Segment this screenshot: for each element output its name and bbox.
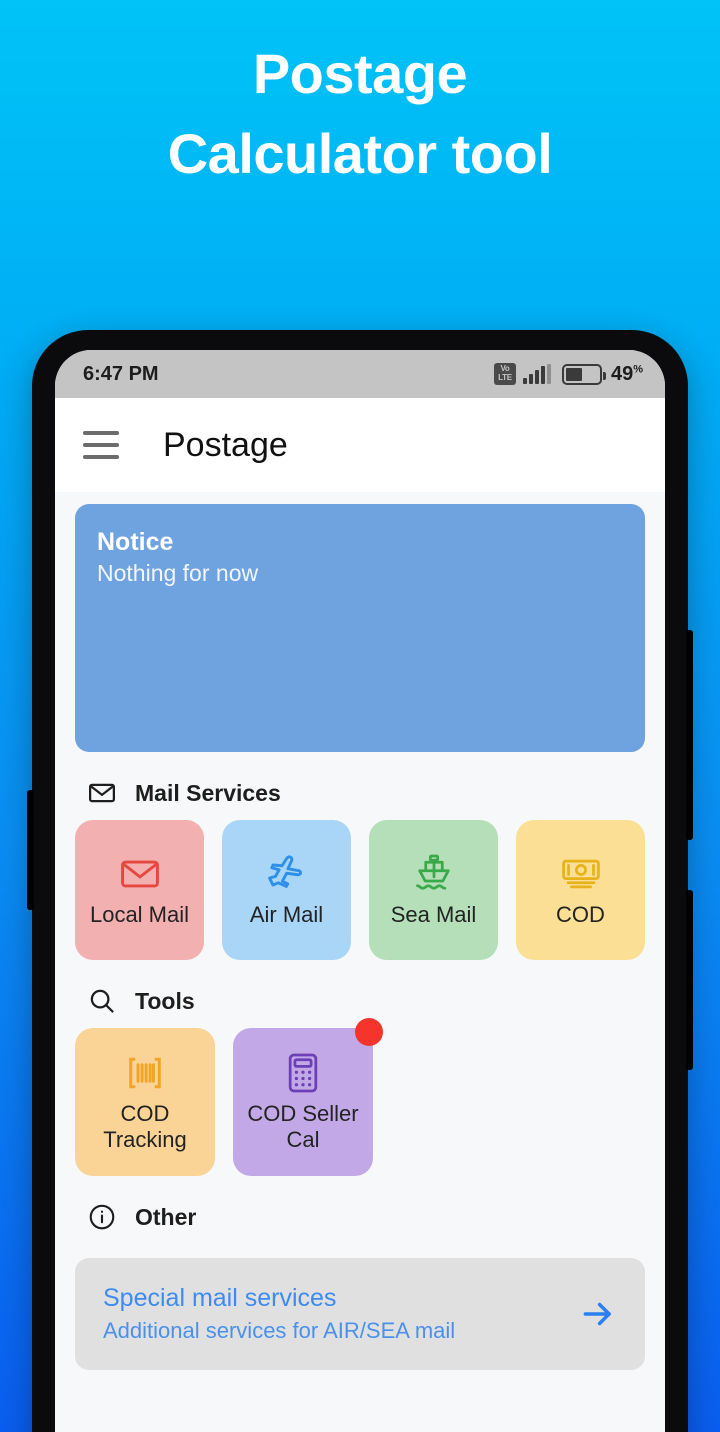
promo-headline-line-2: Calculator tool (167, 122, 553, 185)
notification-badge (355, 1018, 383, 1046)
battery-percent-value: 49 (610, 362, 634, 385)
card-title: Special mail services (103, 1284, 337, 1312)
arrow-right-icon[interactable] (579, 1295, 617, 1333)
tile-label: COD Tracking (103, 1101, 187, 1152)
phone-mockup: 6:47 PM Vo LTE 49% Postage Notice Nothin… (27, 330, 693, 1432)
tile-label: Sea Mail (390, 902, 477, 927)
volte-icon-top: Vo (500, 364, 510, 373)
tile-label: COD Seller Cal (247, 1101, 359, 1152)
mail-services-tiles: Local Mail Air Mail Sea Mail COD (75, 820, 645, 960)
envelope-icon (120, 860, 159, 888)
battery-icon (561, 363, 606, 385)
promo-headline: Postage Calculator tool (0, 34, 720, 194)
notice-title: Notice (97, 528, 174, 556)
page-title: Postage (163, 425, 288, 464)
special-mail-services-card[interactable]: Special mail services Additional service… (75, 1258, 645, 1370)
promo-screenshot-page: Postage Calculator tool 6:47 PM Vo LTE 4… (0, 0, 720, 1432)
app-bar: Postage (55, 398, 665, 492)
promo-headline-line-1: Postage (252, 42, 468, 105)
volte-icon: Vo LTE (493, 363, 516, 385)
section-header-tools: Tools (75, 960, 645, 1028)
tile-cod[interactable]: COD (516, 820, 645, 960)
hamburger-menu-icon[interactable] (83, 431, 119, 459)
tile-cod-tracking[interactable]: COD Tracking (75, 1028, 215, 1176)
status-bar-time: 6:47 PM (83, 362, 159, 385)
tile-label: Air Mail (249, 902, 324, 927)
signal-bars-icon (522, 364, 551, 384)
airplane-icon (267, 855, 302, 888)
status-bar-icons: Vo LTE 49% (493, 363, 643, 386)
info-icon (89, 1204, 115, 1230)
barcode-icon (129, 1057, 161, 1089)
phone-power-button[interactable] (686, 890, 693, 1070)
tile-air-mail[interactable]: Air Mail (222, 820, 351, 960)
section-label-tools: Tools (135, 987, 195, 1014)
main-content: Notice Nothing for now Mail Services Loc… (55, 504, 665, 1432)
battery-percent-unit: % (633, 362, 643, 375)
phone-volume-button[interactable] (686, 630, 693, 840)
tools-tiles: COD Tracking COD Seller Cal (75, 1018, 645, 1176)
section-label-other: Other (135, 1203, 197, 1230)
section-label-mail-services: Mail Services (135, 779, 281, 806)
notice-card[interactable]: Notice Nothing for now (75, 504, 645, 752)
section-header-mail-services: Mail Services (75, 752, 645, 820)
section-header-other: Other (75, 1176, 645, 1244)
tile-label: Local Mail (89, 902, 190, 927)
tile-cod-seller-cal[interactable]: COD Seller Cal (233, 1018, 383, 1176)
search-icon (90, 989, 114, 1013)
card-subtitle: Additional services for AIR/SEA mail (103, 1318, 456, 1343)
phone-screen: 6:47 PM Vo LTE 49% Postage Notice Nothin… (55, 350, 665, 1432)
battery-percent: 49% (611, 363, 643, 386)
special-mail-services-text: Special mail services Additional service… (103, 1281, 455, 1347)
calculator-icon (288, 1053, 318, 1093)
status-bar: 6:47 PM Vo LTE 49% (55, 350, 665, 398)
envelope-icon (89, 783, 115, 803)
ship-icon (415, 854, 450, 890)
tile-local-mail[interactable]: Local Mail (75, 820, 204, 960)
notice-body: Nothing for now (97, 560, 259, 586)
phone-left-button[interactable] (27, 790, 34, 910)
tile-label: COD (556, 902, 605, 927)
volte-icon-bottom: LTE (498, 373, 512, 382)
tile-sea-mail[interactable]: Sea Mail (369, 820, 498, 960)
banknote-icon (561, 859, 600, 889)
